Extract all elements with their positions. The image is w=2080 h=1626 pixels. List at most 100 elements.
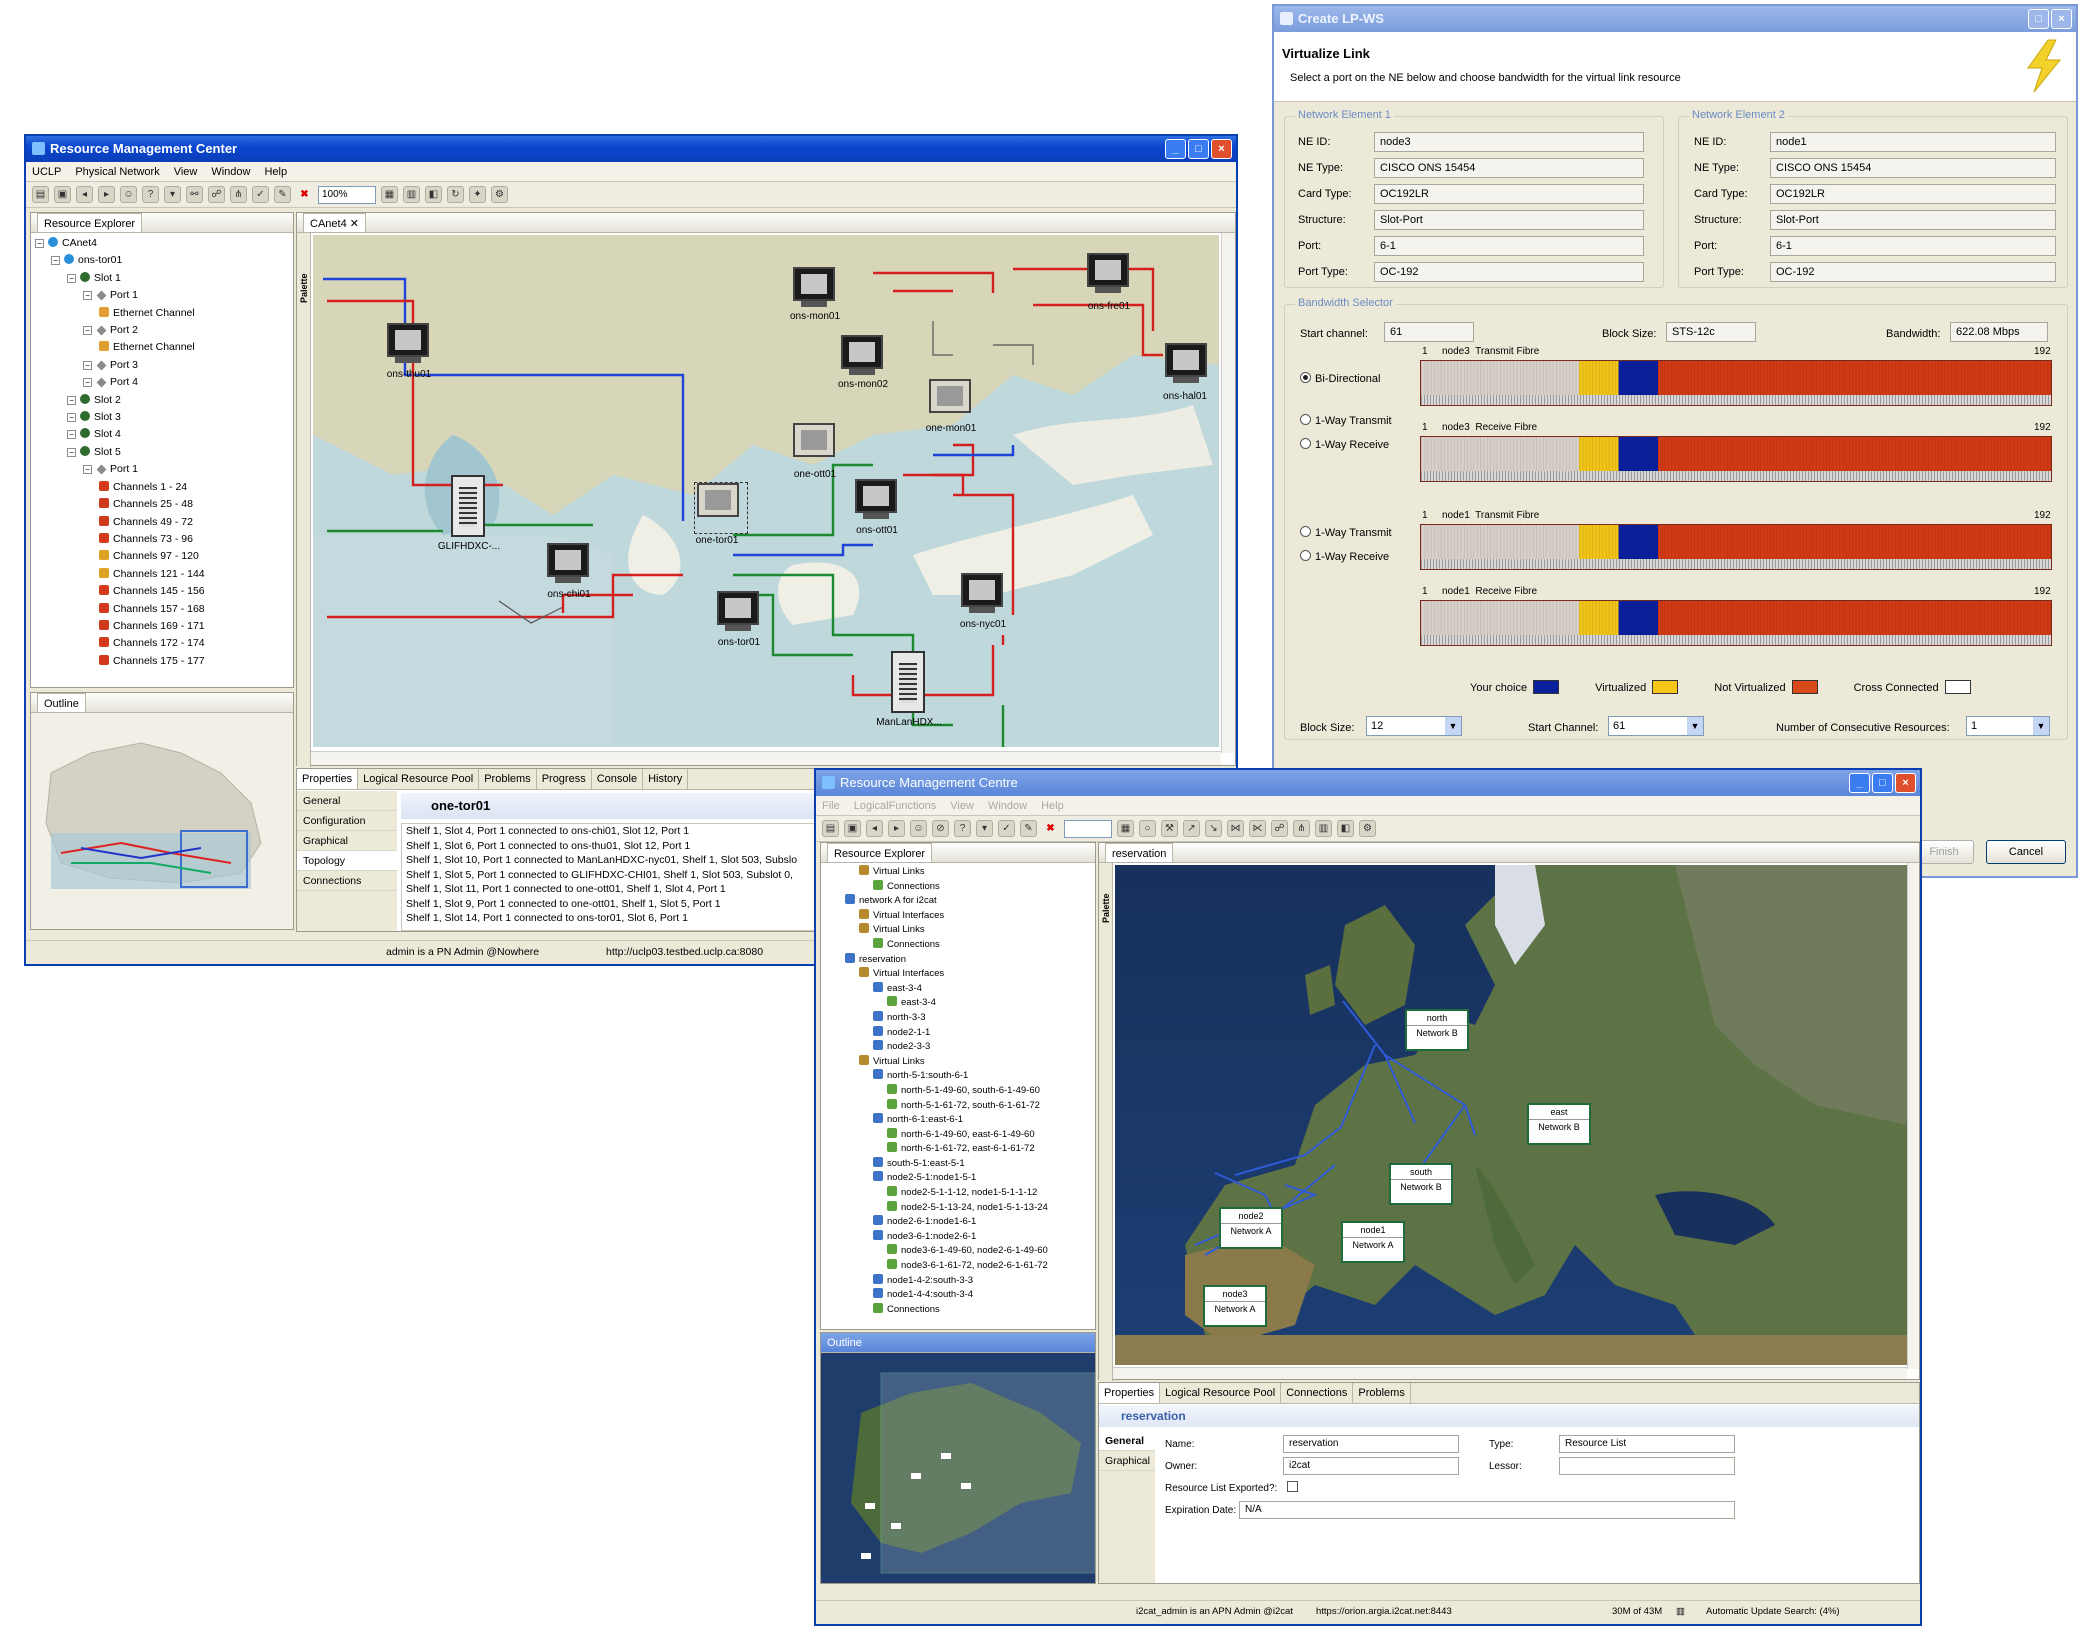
tree-node[interactable]: north-6-1:east-6-1 — [825, 1113, 1095, 1128]
tree-node[interactable]: Connections — [825, 1302, 1095, 1318]
tree-node[interactable]: node2-1-1 — [825, 1025, 1095, 1041]
tab-properties[interactable]: Properties — [1099, 1383, 1161, 1403]
tree-node[interactable]: Channels 1 - 24 — [35, 479, 293, 496]
tree-node[interactable]: − Port 3 — [35, 357, 293, 374]
europe-explorer-tab[interactable]: Resource Explorer — [827, 843, 933, 862]
palette-strip[interactable]: Palette — [1099, 863, 1113, 1381]
tree-node[interactable]: − ons-tor01 — [35, 252, 293, 269]
zoom-select[interactable]: 100% — [318, 185, 376, 204]
menu-window[interactable]: Window — [211, 166, 250, 178]
map-icon[interactable]: ◧ — [1337, 820, 1354, 837]
tree-node[interactable]: north-6-1-49-60, east-6-1-49-60 — [825, 1127, 1095, 1143]
device-ons-mon02[interactable] — [839, 335, 885, 379]
europe-outline-minimap[interactable] — [821, 1353, 1095, 1583]
finish-button[interactable]: Finish — [1914, 840, 1974, 864]
bandwidth-bar[interactable] — [1420, 360, 2052, 406]
zoom-select[interactable] — [1064, 819, 1112, 838]
tree-node[interactable]: node1-4-2:south-3-3 — [825, 1273, 1095, 1289]
expand-toggle-icon[interactable]: − — [83, 465, 92, 475]
network-node-north[interactable]: north Network B — [1405, 1009, 1469, 1051]
radio-1way-receive-a[interactable]: 1-Way Receive — [1300, 438, 1389, 451]
link-icon[interactable]: ⋈ — [1227, 820, 1244, 837]
tree-node[interactable]: Virtual Interfaces — [825, 908, 1095, 924]
tree-node[interactable]: − Port 1 — [35, 461, 293, 478]
tree-node[interactable]: east-3-4 — [825, 996, 1095, 1011]
device-manlanhdxc[interactable] — [891, 651, 925, 713]
tab-problems[interactable]: Problems — [1353, 1383, 1411, 1403]
palette-strip[interactable]: Palette — [297, 233, 311, 767]
tab-logical-resource-pool[interactable]: Logical Resource Pool — [1160, 1383, 1282, 1403]
radio-bidirectional[interactable]: Bi-Directional — [1300, 372, 1380, 385]
maximize-button[interactable]: □ — [1872, 773, 1893, 793]
user-icon[interactable]: ☺ — [910, 820, 927, 837]
tree-node[interactable]: Channels 25 - 48 — [35, 496, 293, 513]
layout-icon[interactable]: ⋔ — [1293, 820, 1310, 837]
menu-window[interactable]: Window — [988, 800, 1027, 812]
bandwidth-bar[interactable] — [1420, 600, 2052, 646]
minimize-button[interactable]: _ — [1165, 139, 1186, 159]
pencil-icon[interactable]: ✎ — [274, 186, 291, 203]
menu-help[interactable]: Help — [1041, 800, 1064, 812]
view-icon[interactable]: ▥ — [403, 186, 420, 203]
tree-node[interactable]: node3-6-1-49-60, node2-6-1-49-60 — [825, 1244, 1095, 1259]
delete-icon[interactable]: ✖ — [296, 186, 313, 203]
arrow-icon[interactable]: ↗ — [1183, 820, 1200, 837]
lpws-titlebar[interactable]: Create LP-WS □ × — [1274, 6, 2076, 32]
tree-node[interactable]: Channels 157 - 168 — [35, 601, 293, 618]
tree-node[interactable]: network A for i2cat — [825, 894, 1095, 909]
ne1-ne-id-field[interactable]: node3 — [1374, 132, 1644, 152]
tree-node[interactable]: − Port 4 — [35, 374, 293, 391]
expand-toggle-icon[interactable]: − — [67, 430, 76, 440]
stop-icon[interactable]: ⊘ — [932, 820, 949, 837]
ne1-card-type-field[interactable]: OC192LR — [1374, 184, 1644, 204]
ne2-port-field[interactable]: 6-1 — [1770, 236, 2056, 256]
tree-node[interactable]: − Slot 3 — [35, 409, 293, 426]
tree-node[interactable]: Channels 121 - 144 — [35, 566, 293, 583]
expand-toggle-icon[interactable]: − — [67, 273, 76, 283]
side-tab-topology[interactable]: Topology — [297, 851, 397, 871]
expand-toggle-icon[interactable]: − — [83, 378, 92, 388]
device-ons-ott01[interactable] — [853, 479, 899, 523]
menu-uclp[interactable]: UCLP — [32, 166, 61, 178]
device-glifhdxc[interactable] — [451, 475, 485, 537]
user-icon[interactable]: ☺ — [120, 186, 137, 203]
device-one-ott01[interactable] — [791, 423, 837, 467]
bandwidth-field[interactable]: 622.08 Mbps — [1950, 322, 2048, 342]
ne1-structure-field[interactable]: Slot-Port — [1374, 210, 1644, 230]
help-icon[interactable]: ? — [142, 186, 159, 203]
help-icon[interactable]: ? — [954, 820, 971, 837]
check-icon[interactable]: ✓ — [998, 820, 1015, 837]
consecutive-select[interactable]: 1 ▼ — [1966, 716, 2050, 736]
bandwidth-bar[interactable] — [1420, 436, 2052, 482]
side-tab-configuration[interactable]: Configuration — [297, 811, 397, 831]
tree-node[interactable]: north-6-1-61-72, east-6-1-61-72 — [825, 1142, 1095, 1157]
tree-node[interactable]: Channels 169 - 171 — [35, 618, 293, 635]
tree-node[interactable]: − Port 2 — [35, 322, 293, 339]
folder-icon[interactable]: ▾ — [976, 820, 993, 837]
tree-node[interactable]: Channels 145 - 156 — [35, 583, 293, 600]
horizontal-scrollbar[interactable] — [311, 751, 1221, 765]
ne1-port-type-field[interactable]: OC-192 — [1374, 262, 1644, 282]
tab-problems[interactable]: Problems — [479, 769, 537, 789]
pin-icon[interactable]: ✦ — [469, 186, 486, 203]
network-node-node3[interactable]: node3 Network A — [1203, 1285, 1267, 1327]
side-tab-connections[interactable]: Connections — [297, 871, 397, 891]
radio-1way-transmit-b[interactable]: 1-Way Transmit — [1300, 526, 1392, 539]
europe-outline-tab[interactable]: Outline — [827, 1337, 862, 1349]
settings-icon[interactable]: ⚙ — [1359, 820, 1376, 837]
outline-tab[interactable]: Outline — [37, 693, 86, 712]
network-node-node2[interactable]: node2 Network A — [1219, 1207, 1283, 1249]
minimize-button[interactable]: _ — [1849, 773, 1870, 793]
tree-node[interactable]: Connections — [825, 879, 1095, 895]
ne2-ne-id-field[interactable]: node1 — [1770, 132, 2056, 152]
network-tool-icon[interactable]: ☍ — [208, 186, 225, 203]
radio-1way-receive-b[interactable]: 1-Way Receive — [1300, 550, 1389, 563]
circle-icon[interactable]: ○ — [1139, 820, 1156, 837]
bandwidth-bar[interactable] — [1420, 524, 2052, 570]
open-icon[interactable]: ▤ — [32, 186, 49, 203]
menu-help[interactable]: Help — [264, 166, 287, 178]
open-icon[interactable]: ▤ — [822, 820, 839, 837]
outline-minimap[interactable] — [31, 713, 293, 929]
map-icon[interactable]: ◧ — [425, 186, 442, 203]
grid-icon[interactable]: ▦ — [381, 186, 398, 203]
